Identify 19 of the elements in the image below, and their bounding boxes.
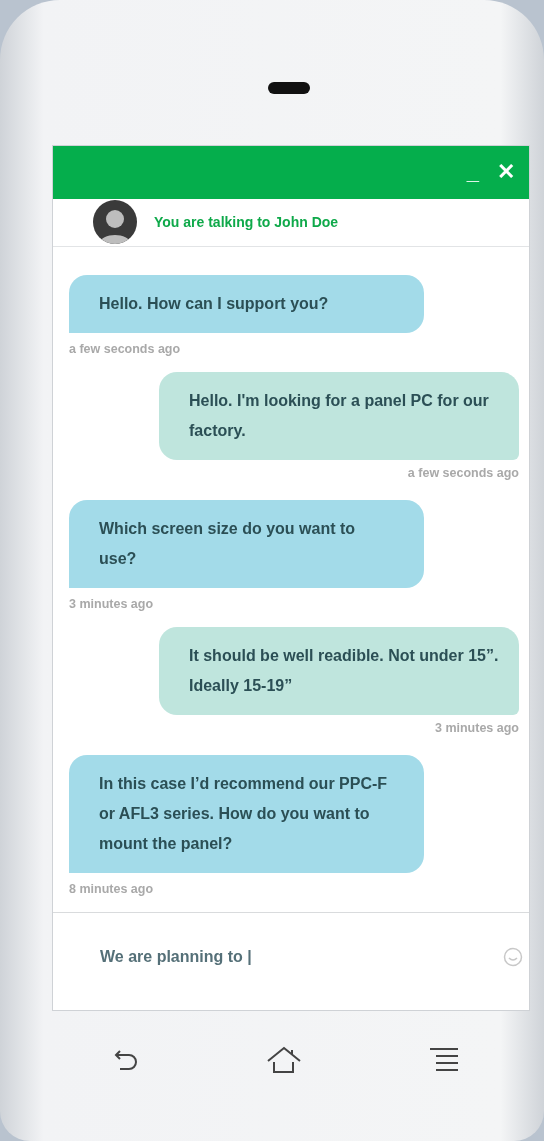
user-message: It should be well readible. Not under 15”. Ideally 15-19”: [159, 627, 519, 716]
message-time: 3 minutes ago: [434, 721, 519, 736]
message-time: 3 minutes ago: [69, 597, 154, 612]
agent-message: Hello. How can I support you?: [69, 275, 424, 334]
agent-message: In this case I’d recommend our PPC-F or AFL3 series. How do you want to mount the panel?: [69, 755, 424, 874]
agent-message: Which screen size do you want to use?: [69, 500, 424, 589]
message-time: 8 minutes ago: [69, 882, 154, 897]
message-time: a few seconds ago: [407, 466, 519, 481]
menu-button[interactable]: [428, 1047, 460, 1073]
agent-status: You are talking to John Doe: [154, 214, 339, 231]
avatar: [93, 200, 137, 245]
minimize-button[interactable]: _: [464, 159, 481, 186]
message-input[interactable]: We are planning to |: [98, 935, 503, 978]
message-time: a few seconds ago: [69, 342, 181, 357]
back-button[interactable]: [112, 1048, 140, 1072]
close-button[interactable]: ✕: [495, 159, 517, 186]
home-button[interactable]: [266, 1045, 302, 1075]
speaker-slot: [268, 82, 310, 94]
user-message: Hello. I'm looking for a panel PC for our factory.: [159, 372, 519, 461]
